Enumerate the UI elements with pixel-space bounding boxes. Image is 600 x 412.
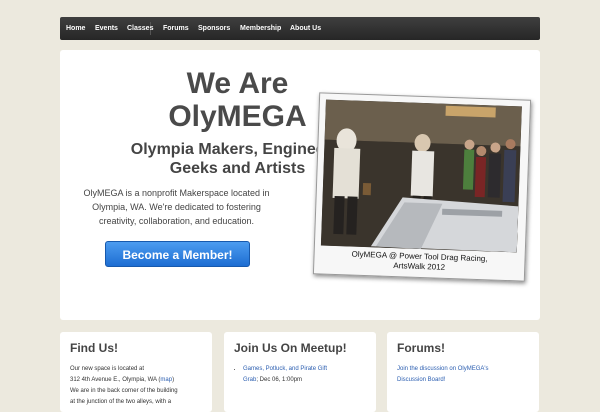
forums-link-line1[interactable]: Join the discussion on OlyMEGA's: [397, 366, 489, 372]
nav-item-forums[interactable]: Forums: [163, 17, 189, 40]
event-photo: [320, 99, 522, 253]
meetup-event-link-line1[interactable]: Games, Potluck, and Pirate Gift: [243, 366, 327, 372]
hero-description-line1: OlyMEGA is a nonprofit Makerspace locate…: [83, 188, 270, 198]
find-us-address-end: ): [172, 377, 175, 383]
event-photo-polaroid[interactable]: OlyMEGA @ Power Tool Drag Racing, ArtsWa…: [312, 92, 532, 282]
find-us-line3: We are in the back corner of the buildin…: [70, 388, 178, 394]
map-link[interactable]: map: [160, 377, 172, 383]
find-us-title: Find Us!: [70, 341, 118, 355]
main-nav: Home Events Classes Forums Sponsors Memb…: [60, 17, 540, 40]
nav-item-classes[interactable]: Classes: [127, 17, 153, 40]
event-photo-image: [320, 99, 522, 253]
forums-title: Forums!: [397, 341, 445, 355]
nav-item-sponsors[interactable]: Sponsors: [198, 17, 230, 40]
hero-description-line2: Olympia, WA. We're dedicated to fosterin…: [92, 202, 261, 212]
nav-item-about-us[interactable]: About Us: [290, 17, 321, 40]
meetup-card: Join Us On Meetup! Games, Potluck, and P…: [224, 332, 376, 412]
hero-subtitle-line2: Geeks and Artists: [169, 160, 306, 177]
find-us-body: Our new space is located at 312 4th Aven…: [70, 364, 206, 408]
nav-item-events[interactable]: Events: [95, 17, 118, 40]
hero-description: OlyMEGA is a nonprofit Makerspace locate…: [74, 186, 279, 228]
find-us-line1: Our new space is located at: [70, 366, 145, 372]
become-member-button[interactable]: Become a Member!: [105, 241, 250, 267]
forums-link-line2[interactable]: Discussion Board!: [397, 377, 445, 383]
meetup-body: Games, Potluck, and Pirate Gift Grab; De…: [234, 364, 370, 386]
meetup-event-list: Games, Potluck, and Pirate Gift Grab; De…: [234, 364, 370, 386]
forums-card: Forums! Join the discussion on OlyMEGA's…: [387, 332, 539, 412]
hero-title-line2: OlyMEGA: [168, 100, 307, 133]
photo-caption: OlyMEGA @ Power Tool Drag Racing, ArtsWa…: [318, 248, 521, 275]
meetup-event-item: Games, Potluck, and Pirate Gift Grab; De…: [243, 364, 370, 386]
meetup-event-date: ; Dec 06, 1:00pm: [256, 377, 303, 383]
nav-item-home[interactable]: Home: [66, 17, 85, 40]
hero-title-line1: We Are: [186, 67, 289, 100]
photo-caption-line2: ArtsWalk 2012: [393, 261, 446, 272]
hero-subtitle-line1: Olympia Makers, Engineers,: [130, 141, 345, 158]
meetup-event-link-line2[interactable]: Grab: [243, 377, 256, 383]
nav-item-membership[interactable]: Membership: [240, 17, 281, 40]
find-us-address: 312 4th Avenue E., Olympia, WA (: [70, 377, 161, 383]
find-us-card: Find Us! Our new space is located at 312…: [60, 332, 212, 412]
forums-body: Join the discussion on OlyMEGA's Discuss…: [397, 364, 533, 386]
meetup-title: Join Us On Meetup!: [234, 341, 347, 355]
hero-description-line3: creativity, collaboration, and education…: [99, 216, 254, 226]
